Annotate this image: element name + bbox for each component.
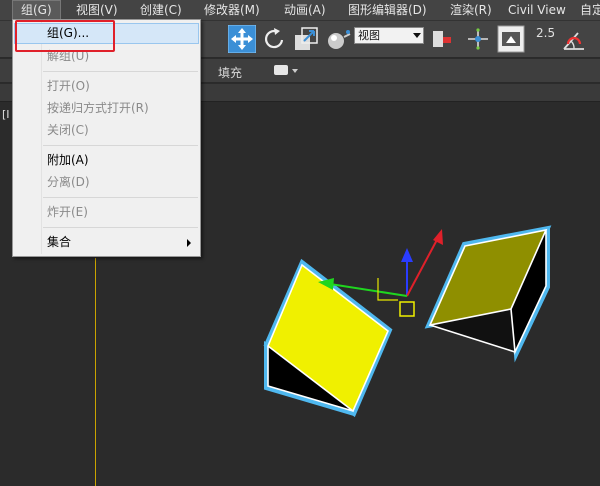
- menu-item-explode[interactable]: 炸开(E): [14, 202, 199, 223]
- menu-item-assembly[interactable]: 集合: [14, 232, 199, 253]
- menu-item-open[interactable]: 打开(O): [14, 76, 199, 97]
- olive-wedge-object[interactable]: [424, 225, 552, 363]
- app-window: 组(G) 视图(V) 创建(C) 修改器(M) 动画(A) 图形编辑器(D) 渲…: [0, 0, 600, 486]
- menu-item-close[interactable]: 关闭(C): [14, 120, 199, 141]
- annotation-highlight-box: [15, 20, 115, 52]
- menu-separator: [43, 145, 198, 146]
- menu-separator: [43, 197, 198, 198]
- menu-item-assembly-label: 集合: [47, 235, 72, 249]
- menu-item-open-recursive[interactable]: 按递归方式打开(R): [14, 98, 199, 119]
- menu-item-attach[interactable]: 附加(A): [14, 150, 199, 171]
- menu-item-detach[interactable]: 分离(D): [14, 172, 199, 193]
- chevron-right-icon: [187, 239, 191, 247]
- group-menu-dropdown: 组(G)... 解组(U) 打开(O) 按递归方式打开(R) 关闭(C) 附加(…: [12, 19, 201, 257]
- menu-separator: [43, 227, 198, 228]
- menu-separator: [43, 71, 198, 72]
